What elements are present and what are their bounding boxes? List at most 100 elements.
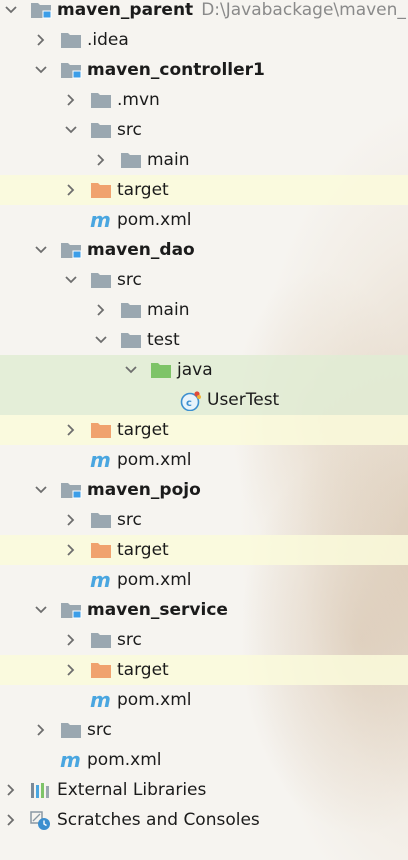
folder-icon bbox=[90, 85, 112, 115]
tree-row-label: target bbox=[117, 175, 169, 205]
chevron-down-icon[interactable] bbox=[34, 55, 48, 85]
tree-row[interactable]: src bbox=[0, 715, 408, 745]
tree-row-name: src bbox=[117, 270, 142, 290]
test-source-folder-icon bbox=[150, 355, 172, 385]
tree-row[interactable]: src bbox=[0, 265, 408, 295]
chevron-down-icon[interactable] bbox=[34, 595, 48, 625]
chevron-down-icon[interactable] bbox=[94, 325, 108, 355]
tree-row-name: target bbox=[117, 540, 169, 560]
maven-file-icon: m bbox=[90, 685, 112, 715]
tree-row[interactable]: m pom.xml bbox=[0, 445, 408, 475]
tree-row-label: maven_parent D:\Javabackage\maven_ bbox=[57, 0, 406, 25]
chevron-right-icon[interactable] bbox=[64, 175, 78, 205]
tree-row-name: main bbox=[147, 300, 190, 320]
maven-file-icon: m bbox=[90, 205, 112, 235]
chevron-right-icon[interactable] bbox=[64, 415, 78, 445]
chevron-right-icon[interactable] bbox=[64, 655, 78, 685]
tree-row[interactable]: Scratches and Consoles bbox=[0, 805, 408, 835]
tree-row[interactable]: src bbox=[0, 505, 408, 535]
module-folder-icon bbox=[30, 0, 52, 25]
tree-row[interactable]: .mvn bbox=[0, 85, 408, 115]
chevron-right-icon[interactable] bbox=[64, 625, 78, 655]
tree-row-name: pom.xml bbox=[117, 210, 192, 230]
tree-row[interactable]: java bbox=[0, 355, 408, 385]
tree-row[interactable]: maven_parent D:\Javabackage\maven_ bbox=[0, 0, 408, 25]
tree-row[interactable]: target bbox=[0, 175, 408, 205]
tree-row-name: main bbox=[147, 150, 190, 170]
tree-row-name: target bbox=[117, 180, 169, 200]
chevron-right-icon[interactable] bbox=[64, 85, 78, 115]
tree-row[interactable]: c UserTest bbox=[0, 385, 408, 415]
chevron-right-icon[interactable] bbox=[34, 715, 48, 745]
tree-row[interactable]: m pom.xml bbox=[0, 685, 408, 715]
tree-row[interactable]: test bbox=[0, 325, 408, 355]
tree-row[interactable]: maven_dao bbox=[0, 235, 408, 265]
chevron-down-icon[interactable] bbox=[34, 235, 48, 265]
chevron-down-icon[interactable] bbox=[34, 475, 48, 505]
folder-icon bbox=[60, 25, 82, 55]
chevron-down-icon[interactable] bbox=[4, 0, 18, 25]
tree-row[interactable]: m pom.xml bbox=[0, 205, 408, 235]
tree-row-name: UserTest bbox=[207, 390, 280, 410]
tree-row[interactable]: External Libraries bbox=[0, 775, 408, 805]
tree-row[interactable]: maven_pojo bbox=[0, 475, 408, 505]
tree-row[interactable]: m pom.xml bbox=[0, 565, 408, 595]
tree-row[interactable]: main bbox=[0, 295, 408, 325]
tree-row[interactable]: m pom.xml bbox=[0, 745, 408, 775]
maven-file-icon: m bbox=[90, 565, 112, 595]
chevron-right-icon[interactable] bbox=[4, 805, 18, 835]
tree-row-label: pom.xml bbox=[117, 205, 192, 235]
chevron-right-icon[interactable] bbox=[94, 295, 108, 325]
tree-row-name: pom.xml bbox=[87, 750, 162, 770]
excluded-folder-icon bbox=[90, 415, 112, 445]
chevron-down-icon[interactable] bbox=[64, 265, 78, 295]
chevron-right-icon[interactable] bbox=[34, 25, 48, 55]
chevron-right-icon[interactable] bbox=[4, 775, 18, 805]
tree-row[interactable]: src bbox=[0, 625, 408, 655]
svg-text:m: m bbox=[90, 451, 111, 469]
tree-row-label: pom.xml bbox=[87, 745, 162, 775]
tree-row-label: .mvn bbox=[117, 85, 160, 115]
tree-row-label: target bbox=[117, 655, 169, 685]
module-folder-icon bbox=[60, 55, 82, 85]
chevron-down-icon[interactable] bbox=[64, 115, 78, 145]
excluded-folder-icon bbox=[90, 175, 112, 205]
excluded-folder-icon bbox=[90, 655, 112, 685]
module-folder-icon bbox=[60, 475, 82, 505]
tree-row-label: maven_dao bbox=[87, 235, 195, 265]
tree-row-name: src bbox=[117, 120, 142, 140]
tree-row-name: src bbox=[87, 720, 112, 740]
svg-text:m: m bbox=[90, 571, 111, 589]
java-class-icon: c bbox=[180, 385, 202, 415]
tree-row-name: maven_service bbox=[87, 600, 228, 620]
tree-row[interactable]: .idea bbox=[0, 25, 408, 55]
tree-row-label: .idea bbox=[87, 25, 129, 55]
tree-row[interactable]: src bbox=[0, 115, 408, 145]
excluded-folder-icon bbox=[90, 535, 112, 565]
tree-row[interactable]: target bbox=[0, 415, 408, 445]
svg-text:m: m bbox=[90, 211, 111, 229]
tree-row-name: maven_dao bbox=[87, 240, 195, 260]
tree-row[interactable]: maven_controller1 bbox=[0, 55, 408, 85]
chevron-right-icon[interactable] bbox=[94, 145, 108, 175]
tree-row-label: pom.xml bbox=[117, 565, 192, 595]
tree-row-label: src bbox=[117, 625, 142, 655]
tree-row-name: .idea bbox=[87, 30, 129, 50]
chevron-down-icon[interactable] bbox=[124, 355, 138, 385]
folder-icon bbox=[90, 265, 112, 295]
tree-row[interactable]: maven_service bbox=[0, 595, 408, 625]
tree-row-label: src bbox=[117, 505, 142, 535]
tree-row-label: target bbox=[117, 535, 169, 565]
tree-row-name: target bbox=[117, 660, 169, 680]
tree-row-name: External Libraries bbox=[57, 780, 207, 800]
tree-row[interactable]: target bbox=[0, 535, 408, 565]
tree-row[interactable]: main bbox=[0, 145, 408, 175]
tree-row[interactable]: target bbox=[0, 655, 408, 685]
chevron-right-icon[interactable] bbox=[64, 505, 78, 535]
chevron-right-icon[interactable] bbox=[64, 535, 78, 565]
folder-icon bbox=[120, 325, 142, 355]
maven-file-icon: m bbox=[90, 445, 112, 475]
tree-row-name: src bbox=[117, 630, 142, 650]
tree-row-label: main bbox=[147, 295, 189, 325]
tree-row-name: .mvn bbox=[117, 90, 160, 110]
